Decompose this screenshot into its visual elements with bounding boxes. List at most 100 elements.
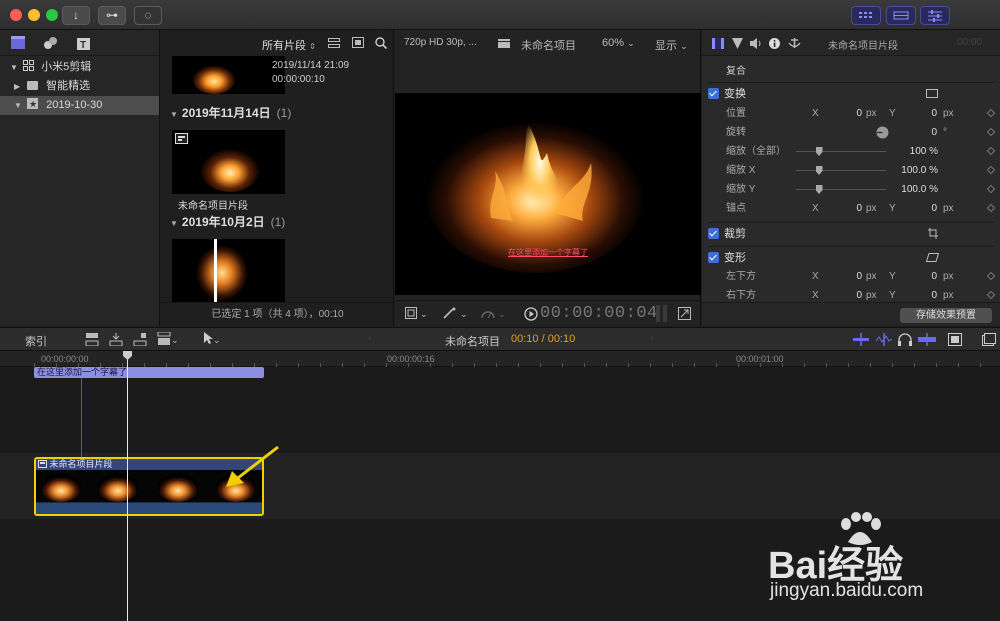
speed-dropdown[interactable]: ⌄ [481, 307, 506, 320]
scale-all-value[interactable]: 100 % [892, 142, 938, 161]
libraries-toggle-button[interactable] [851, 6, 881, 25]
import-button[interactable]: ↓ [62, 6, 90, 25]
disclosure-closed-icon[interactable]: ▶ [14, 77, 24, 96]
keyframe-icon[interactable] [986, 146, 996, 156]
inspector-toggle-button[interactable] [920, 6, 950, 25]
skimming-icon[interactable] [853, 333, 869, 346]
keyframe-icon[interactable] [986, 108, 996, 118]
audio-skimming-icon[interactable] [876, 333, 892, 346]
index-button[interactable]: 索引 [25, 333, 47, 349]
search-icon[interactable] [375, 37, 387, 49]
bottom-left-y-value[interactable]: 0 [927, 267, 937, 286]
disclosure-open-icon: ▼ [170, 110, 178, 119]
slider-knob[interactable] [815, 185, 823, 194]
timeline-toggle-button[interactable] [886, 6, 916, 25]
enhance-dropdown[interactable]: ⌄ [443, 307, 468, 320]
zoom-window-button[interactable] [46, 9, 58, 21]
scale-x-slider[interactable] [796, 166, 886, 175]
keyframe-icon[interactable] [986, 290, 996, 300]
scale-y-value[interactable]: 100.0 % [892, 180, 938, 199]
save-effects-preset-button[interactable]: 存储效果预置 [900, 308, 992, 323]
date-group-header[interactable]: ▼ 2019年11月14日 (1) [170, 104, 291, 121]
playhead-handle-icon[interactable] [123, 351, 132, 360]
position-y-value[interactable]: 0 [927, 104, 937, 123]
project-thumbnail[interactable] [172, 130, 285, 194]
fullscreen-icon[interactable] [678, 307, 691, 320]
keyframe-icon[interactable] [986, 165, 996, 175]
background-tasks-button[interactable]: ◌ [134, 6, 162, 25]
clip-thumbnail[interactable] [172, 56, 285, 94]
photos-audio-icon[interactable] [42, 35, 58, 51]
transform-onscreen-icon[interactable] [926, 89, 938, 98]
minimize-window-button[interactable] [28, 9, 40, 21]
transform-section[interactable]: 变换 [708, 82, 994, 104]
tab-audio-icon[interactable] [750, 38, 763, 49]
keyframe-icon[interactable] [986, 203, 996, 213]
display-dropdown[interactable]: 显示 ⌄ [655, 37, 688, 53]
headphones-icon[interactable] [898, 333, 912, 346]
clip-appearance-icon[interactable] [328, 38, 340, 48]
viewer-canvas[interactable]: 在这里添加一个字幕了 [395, 93, 701, 295]
clip-filter-dropdown[interactable]: 所有片段 ⇕ [262, 37, 316, 53]
anchor-x-value[interactable]: 0 [852, 199, 862, 218]
smart-collections-item[interactable]: ▶ 智能精选 [0, 77, 159, 96]
transform-checkbox[interactable] [708, 88, 719, 99]
crop-onscreen-icon[interactable] [928, 228, 938, 239]
tab-info-icon[interactable] [769, 38, 780, 49]
transform-tool-dropdown[interactable]: ⌄ [405, 307, 428, 320]
title-clip[interactable]: 在这里添加一个字幕了 [34, 367, 264, 378]
overwrite-dropdown[interactable]: ⌄ [157, 331, 179, 346]
composite-section[interactable]: 复合 [708, 61, 994, 83]
subtitle-overlay[interactable]: 在这里添加一个字幕了 [395, 247, 701, 258]
clip-appearance-icon[interactable] [948, 333, 962, 346]
date-group-header[interactable]: ▼ 2019年10月2日 (1) [170, 213, 285, 230]
filmstrip-icon[interactable] [352, 37, 364, 48]
keyframe-icon[interactable] [986, 271, 996, 281]
distort-onscreen-icon[interactable] [926, 253, 939, 262]
media-icon[interactable] [10, 35, 26, 51]
bottom-left-x-value[interactable]: 0 [852, 267, 862, 286]
clip-thumbnail[interactable] [172, 239, 285, 302]
append-clip-icon[interactable] [133, 333, 147, 346]
tool-dropdown[interactable]: ⌄ [203, 332, 221, 346]
tab-video-icon[interactable] [712, 38, 724, 49]
crop-section[interactable]: 裁剪 [708, 222, 994, 244]
crop-checkbox[interactable] [708, 228, 719, 239]
snapping-icon[interactable] [918, 333, 936, 346]
position-x-value[interactable]: 0 [852, 104, 862, 123]
inspector-footer: 存储效果预置 [702, 302, 1000, 326]
timeline-ruler[interactable]: 00:00:00:00 00:00:00:16 00:00:01:00 [0, 351, 1000, 367]
titles-generators-icon[interactable]: T [76, 35, 92, 51]
keyframe-icon[interactable] [986, 184, 996, 194]
effects-browser-icon[interactable] [982, 333, 996, 346]
rotation-dial-icon[interactable] [876, 126, 889, 139]
history-forward-icon[interactable]: › [650, 332, 654, 344]
slider-knob[interactable] [815, 166, 823, 175]
connect-clip-icon[interactable] [85, 333, 99, 346]
slider-knob[interactable] [815, 147, 823, 156]
history-back-icon[interactable]: ‹ [368, 332, 372, 344]
tab-share-icon[interactable] [788, 37, 801, 49]
close-window-button[interactable] [10, 9, 22, 21]
library-name: 小米5剪辑 [41, 61, 92, 73]
scale-all-slider[interactable] [796, 147, 886, 156]
scale-y-slider[interactable] [796, 185, 886, 194]
anchor-y-value[interactable]: 0 [927, 199, 937, 218]
playhead[interactable] [127, 351, 128, 621]
keyframe-icon[interactable] [986, 127, 996, 137]
distort-section[interactable]: 变形 [708, 246, 994, 268]
play-icon[interactable] [524, 307, 538, 321]
insert-clip-icon[interactable] [109, 333, 123, 346]
tab-color-icon[interactable] [732, 38, 743, 49]
event-item[interactable]: ▼ ★ 2019-10-30 [0, 96, 159, 115]
rotation-value[interactable]: 0 [927, 123, 937, 142]
keywords-button[interactable]: ⊶ [98, 6, 126, 25]
distort-checkbox[interactable] [708, 252, 719, 263]
disclosure-open-icon[interactable]: ▼ [14, 96, 24, 115]
zoom-dropdown[interactable]: 60% ⌄ [602, 37, 635, 49]
library-item[interactable]: ▼ 小米5剪辑 [0, 58, 159, 77]
disclosure-open-icon[interactable]: ▼ [10, 58, 20, 77]
disclosure-open-icon: ▼ [170, 219, 178, 228]
chevron-down-icon: ⌄ [171, 335, 179, 345]
scale-x-value[interactable]: 100.0 % [892, 161, 938, 180]
